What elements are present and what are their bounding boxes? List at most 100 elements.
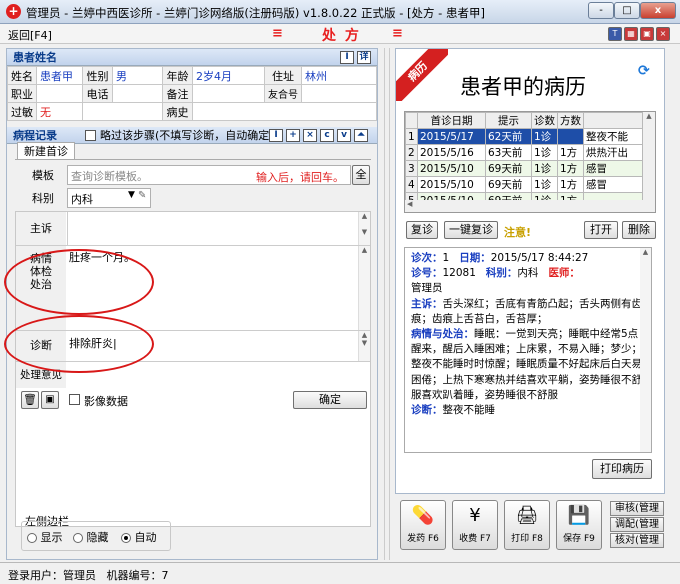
menu-right-icon[interactable]: ≡ (392, 26, 403, 41)
patient-table: 姓名 患者甲 性别 男 年龄 2岁4月 住址 林州 职业 电话 备注 友合号 过… (7, 66, 377, 121)
charge-button[interactable]: ¥ 收费 F7 (452, 500, 498, 550)
table-row[interactable]: 2 2015/5/16 63天前 1诊 1方 烘热汗出 (405, 144, 643, 161)
minimize-button[interactable]: - (588, 2, 614, 19)
save-icon[interactable]: ▣ (41, 391, 59, 409)
corner-cell (405, 112, 418, 129)
complaint-scrollbar[interactable]: ▲ ▼ (358, 212, 370, 245)
condition-scrollbar[interactable]: ▲ (358, 246, 370, 330)
record-down-button[interactable]: v (337, 129, 351, 142)
row-date: 2015/5/17 (417, 128, 486, 145)
exit-icon[interactable]: × (656, 27, 670, 41)
template-placeholder: 查询诊断模板。 (71, 170, 148, 183)
col-visits: 诊数 (531, 112, 558, 129)
row-visits: 1诊 (531, 128, 558, 145)
skip-label: 略过该步骤(不填写诊断，自动确定 (100, 129, 270, 142)
gender-value: 男 (112, 66, 163, 85)
grid-icon[interactable]: ▦ (624, 27, 638, 41)
left-edge-auto[interactable]: 自动 (121, 529, 157, 545)
notice-text: 注意! (504, 226, 532, 239)
status-bar: 登录用户：管理员 机器编号：7 (0, 562, 680, 584)
visit-value: 1 (442, 252, 450, 264)
complaint-label: 主诉： (411, 297, 443, 310)
trash-icon[interactable]: 🗑 (21, 391, 39, 409)
col-prescriptions: 方数 (557, 112, 584, 129)
diagnosis-scrollbar[interactable]: ▲ ▼ (358, 331, 370, 361)
age-label: 年龄 (162, 66, 193, 85)
record-info-button[interactable]: I (269, 129, 283, 142)
record-add-button[interactable]: + (286, 129, 300, 142)
record-copy-button[interactable]: c (320, 129, 334, 142)
job-label: 职业 (7, 84, 37, 103)
record-remove-button[interactable]: × (303, 129, 317, 142)
row-index: 4 (405, 176, 418, 193)
radio-hide[interactable] (73, 533, 83, 543)
radio-auto[interactable] (121, 533, 131, 543)
row-diagnosis: 烘热汗出 (583, 144, 643, 161)
dispense-check-button[interactable]: 调配(管理 (610, 517, 664, 532)
complaint-input[interactable] (67, 212, 358, 245)
job-value (36, 84, 83, 103)
save-label: 保存 F9 (563, 534, 595, 544)
text-icon[interactable]: T (608, 27, 622, 41)
one-click-review-button[interactable]: 一键复诊 (444, 221, 498, 239)
review-button[interactable]: 复诊 (406, 221, 438, 239)
name-value: 患者甲 (36, 66, 83, 85)
records-grid: 首诊日期 提示 诊数 方数 1 2015/5/17 62天前 1诊 整夜不能 2… (404, 111, 656, 213)
row-visits: 1诊 (531, 144, 558, 161)
table-row[interactable]: 1 2015/5/17 62天前 1诊 整夜不能 (405, 128, 643, 145)
history-ribbon: 病历 (396, 49, 448, 101)
detail-scrollbar[interactable]: ▲ (640, 248, 651, 452)
table-row[interactable]: 3 2015/5/10 69天前 1诊 1方 感冒 (405, 160, 643, 177)
refresh-icon[interactable]: ⟳ (638, 63, 650, 79)
patient-detail-button[interactable]: 详 (357, 51, 371, 64)
history-label: 病史 (162, 102, 193, 121)
left-edge-hide-label: 隐藏 (86, 531, 109, 544)
save-icon: 💾 (567, 505, 591, 526)
records-vscrollbar[interactable]: ▲ (643, 112, 655, 200)
template-input[interactable]: 查询诊断模板。 输入后，请回车。 (67, 165, 351, 185)
close-button[interactable]: x (640, 2, 676, 19)
patient-info-button[interactable]: I (340, 51, 354, 64)
left-edge-hide[interactable]: 隐藏 (73, 529, 109, 545)
charge-label: 收费 F7 (459, 534, 491, 544)
date-value: 2015/5/17 8:44:27 (490, 252, 589, 264)
save-button[interactable]: 💾 保存 F9 (556, 500, 602, 550)
back-button[interactable]: 返回[F4] (8, 27, 52, 43)
diagnosis-value: 整夜不能睡 (442, 404, 496, 417)
print-record-button[interactable]: 打印病历 (592, 459, 652, 479)
dispense-button[interactable]: 💊 发药 F6 (400, 500, 446, 550)
verify-button[interactable]: 核对(管理 (610, 533, 664, 548)
row-diagnosis: 感冒 (583, 176, 643, 193)
record-up-button[interactable]: ⏶ (354, 129, 368, 142)
template-all-button[interactable]: 全 (352, 165, 370, 185)
gender-label: 性别 (82, 66, 113, 85)
doctor-label: 医师： (548, 267, 580, 280)
tab-new-first-visit[interactable]: 新建首诊 (17, 142, 75, 160)
row-hint: 62天前 (485, 128, 532, 145)
audit-button[interactable]: 审核(管理 (610, 501, 664, 516)
print-button[interactable]: 🖨 打印 F8 (504, 500, 550, 550)
skip-checkbox[interactable] (85, 130, 96, 141)
table-row[interactable]: 4 2015/5/10 69天前 1诊 1方 感冒 (405, 176, 643, 193)
user-value: 管理员 (63, 569, 96, 582)
maximize-button[interactable]: □ (614, 2, 640, 19)
dept-select[interactable]: 内科 ▼ ✎ (67, 188, 151, 208)
no-value: 12081 (442, 267, 476, 280)
menu-left-icon[interactable]: ≡ (272, 26, 283, 41)
records-hscrollbar[interactable]: ◀ (405, 200, 655, 212)
row-prescriptions: 1方 (557, 176, 584, 193)
radio-show[interactable] (27, 533, 37, 543)
left-edge-show[interactable]: 显示 (27, 529, 63, 545)
confirm-button[interactable]: 确定 (293, 391, 367, 409)
open-button[interactable]: 打开 (584, 221, 618, 239)
date-label: 日期： (459, 252, 491, 264)
row-date: 2015/5/10 (417, 160, 486, 177)
combine-label: 友合号 (264, 84, 302, 103)
divider (16, 245, 370, 246)
row-date: 2015/5/10 (417, 176, 486, 193)
image-checkbox[interactable] (69, 394, 80, 405)
note-label: 备注 (162, 84, 193, 103)
restore-icon[interactable]: ▣ (640, 27, 654, 41)
delete-button[interactable]: 删除 (622, 221, 656, 239)
splitter[interactable] (384, 48, 390, 560)
